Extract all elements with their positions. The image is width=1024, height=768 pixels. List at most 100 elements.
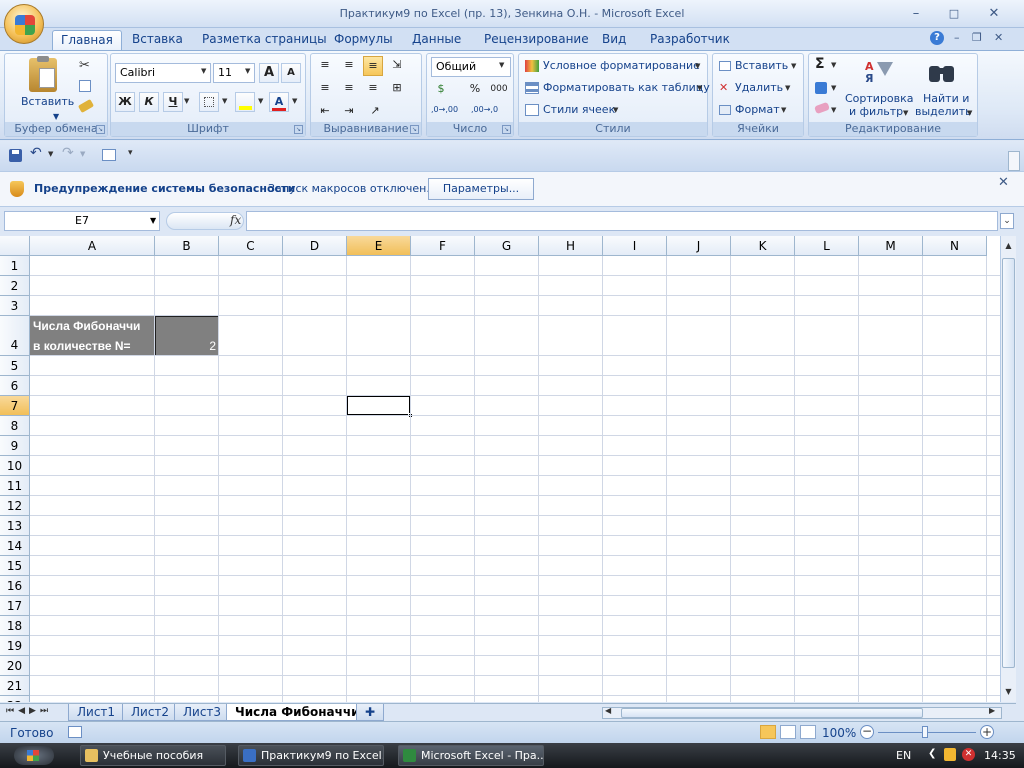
security-close-icon[interactable]: ✕ bbox=[998, 175, 1009, 190]
font-name-select[interactable]: Calibri bbox=[115, 63, 211, 83]
tab-home[interactable]: Главная bbox=[52, 30, 122, 50]
fill-color-button[interactable] bbox=[235, 92, 255, 112]
format-as-table-button[interactable]: Форматировать как таблицу bbox=[543, 80, 710, 96]
label-cell-a4[interactable]: Числа Фибоначчи в количестве N= bbox=[30, 316, 155, 356]
zoom-in-icon[interactable]: + bbox=[980, 725, 994, 739]
align-right-icon[interactable]: ≡ bbox=[363, 79, 383, 99]
office-button[interactable] bbox=[4, 4, 44, 44]
copy-icon[interactable] bbox=[79, 80, 91, 92]
zoom-out-icon[interactable]: − bbox=[860, 725, 874, 739]
fill-down-icon[interactable] bbox=[815, 82, 827, 94]
column-header-f[interactable]: F bbox=[411, 236, 475, 256]
active-cell-e7[interactable] bbox=[346, 395, 411, 416]
number-format-dropdown-icon[interactable]: ▼ bbox=[499, 61, 504, 69]
insert-cells-button[interactable]: Вставить bbox=[735, 58, 788, 74]
merge-center-icon[interactable]: ⊞ bbox=[387, 79, 407, 99]
tray-expand-icon[interactable]: ❮ bbox=[928, 748, 936, 759]
undo-dropdown-icon[interactable]: ▼ bbox=[48, 150, 53, 158]
tray-network-icon[interactable]: ✕ bbox=[962, 748, 975, 761]
scroll-down-icon[interactable]: ▼ bbox=[1002, 684, 1015, 700]
row-header-3[interactable]: 3 bbox=[0, 296, 30, 316]
cell-styles-button[interactable]: Стили ячеек bbox=[543, 102, 615, 118]
insert-function-button[interactable]: fx bbox=[230, 213, 241, 227]
column-header-a[interactable]: A bbox=[30, 236, 155, 256]
autosum-button[interactable]: Σ bbox=[815, 56, 825, 72]
font-launcher-icon[interactable]: ↘ bbox=[294, 125, 303, 134]
align-middle-icon[interactable]: ≡ bbox=[339, 56, 359, 76]
column-header-m[interactable]: M bbox=[859, 236, 923, 256]
row-header-20[interactable]: 20 bbox=[0, 656, 30, 676]
column-header-j[interactable]: J bbox=[667, 236, 731, 256]
formula-input[interactable] bbox=[246, 211, 998, 231]
row-header-17[interactable]: 17 bbox=[0, 596, 30, 616]
underline-button[interactable]: Ч bbox=[163, 92, 183, 112]
thousands-button[interactable]: 000 bbox=[487, 80, 511, 100]
column-header-c[interactable]: C bbox=[219, 236, 283, 256]
number-launcher-icon[interactable]: ↘ bbox=[502, 125, 511, 134]
horizontal-scrollbar[interactable]: ◀ ▶ bbox=[602, 706, 1002, 719]
alignment-launcher-icon[interactable]: ↘ bbox=[410, 125, 419, 134]
shrink-font-button[interactable]: A bbox=[281, 63, 301, 83]
clear-icon[interactable] bbox=[814, 101, 830, 115]
currency-icon[interactable]: $ bbox=[431, 80, 451, 100]
borders-dropdown-icon[interactable]: ▼ bbox=[222, 97, 227, 105]
tab-page-layout[interactable]: Разметка страницы bbox=[194, 30, 335, 50]
column-header-g[interactable]: G bbox=[475, 236, 539, 256]
save-icon[interactable] bbox=[9, 149, 22, 162]
ribbon-restore-icon[interactable]: ❐ bbox=[972, 31, 982, 44]
cell-styles-dropdown-icon[interactable]: ▼ bbox=[613, 106, 618, 114]
sheet-tab-active[interactable]: Числа Фибоначчи bbox=[226, 704, 369, 721]
bold-button[interactable]: Ж bbox=[115, 92, 135, 112]
row-header-8[interactable]: 8 bbox=[0, 416, 30, 436]
cut-icon[interactable]: ✂ bbox=[79, 58, 90, 73]
row-header-5[interactable]: 5 bbox=[0, 356, 30, 376]
row-header-18[interactable]: 18 bbox=[0, 616, 30, 636]
sheet-nav-icons[interactable]: ⏮◀▶⏭ bbox=[6, 706, 52, 716]
row-header-16[interactable]: 16 bbox=[0, 576, 30, 596]
row-header-4[interactable]: 4 bbox=[0, 316, 30, 356]
macro-record-icon[interactable] bbox=[68, 726, 82, 738]
row-header-1[interactable]: 1 bbox=[0, 256, 30, 276]
autosum-dropdown-icon[interactable]: ▼ bbox=[831, 61, 836, 69]
format-painter-icon[interactable] bbox=[77, 99, 95, 113]
scroll-up-icon[interactable]: ▲ bbox=[1002, 238, 1015, 254]
row-header-15[interactable]: 15 bbox=[0, 556, 30, 576]
delete-cells-button[interactable]: Удалить bbox=[735, 80, 783, 96]
orientation-icon[interactable]: ↗ bbox=[365, 102, 385, 122]
page-layout-view-icon[interactable] bbox=[780, 725, 796, 739]
paste-icon[interactable] bbox=[29, 56, 57, 92]
maximize-button[interactable]: □ bbox=[944, 6, 964, 22]
undo-icon[interactable]: ↶ bbox=[30, 145, 42, 161]
increase-indent-icon[interactable]: ⇥ bbox=[339, 102, 359, 122]
row-header-21[interactable]: 21 bbox=[0, 676, 30, 696]
percent-button[interactable]: % bbox=[465, 80, 485, 100]
sheet-tab-3[interactable]: Лист3 bbox=[174, 704, 231, 721]
row-header-11[interactable]: 11 bbox=[0, 476, 30, 496]
decrease-decimal-icon[interactable]: ,00→,0 bbox=[471, 105, 498, 114]
underline-dropdown-icon[interactable]: ▼ bbox=[184, 97, 189, 105]
conditional-format-button[interactable]: Условное форматирование bbox=[543, 58, 700, 74]
sort-filter-line2[interactable]: и фильтр bbox=[849, 105, 903, 118]
insert-sheet-icon[interactable]: ✚ bbox=[356, 704, 384, 721]
fill-color-dropdown-icon[interactable]: ▼ bbox=[258, 97, 263, 105]
decrease-indent-icon[interactable]: ⇤ bbox=[315, 102, 335, 122]
scroll-right-icon[interactable]: ▶ bbox=[989, 706, 995, 715]
page-break-view-icon[interactable] bbox=[800, 725, 816, 739]
row-header-14[interactable]: 14 bbox=[0, 536, 30, 556]
taskbar-item-word[interactable]: Практикум9 по Excel... bbox=[238, 745, 384, 766]
column-header-n[interactable]: N bbox=[923, 236, 987, 256]
table-dropdown-icon[interactable]: ▼ bbox=[697, 84, 702, 92]
taskbar-item-excel[interactable]: Microsoft Excel - Пра... bbox=[398, 745, 544, 766]
tray-security-icon[interactable] bbox=[944, 748, 956, 761]
row-header-12[interactable]: 12 bbox=[0, 496, 30, 516]
tab-formulas[interactable]: Формулы bbox=[326, 30, 401, 50]
paste-dropdown-icon[interactable]: ▼ bbox=[53, 112, 59, 121]
split-box-icon[interactable] bbox=[1008, 151, 1020, 171]
taskbar-item-folder[interactable]: Учебные пособия bbox=[80, 745, 226, 766]
format-dropdown-icon[interactable]: ▼ bbox=[781, 106, 786, 114]
print-preview-icon[interactable] bbox=[102, 149, 116, 161]
row-header-7[interactable]: 7 bbox=[0, 396, 30, 416]
sort-filter-line1[interactable]: Сортировка bbox=[845, 92, 914, 105]
column-header-b[interactable]: B bbox=[155, 236, 219, 256]
find-select-line1[interactable]: Найти и bbox=[923, 92, 969, 105]
